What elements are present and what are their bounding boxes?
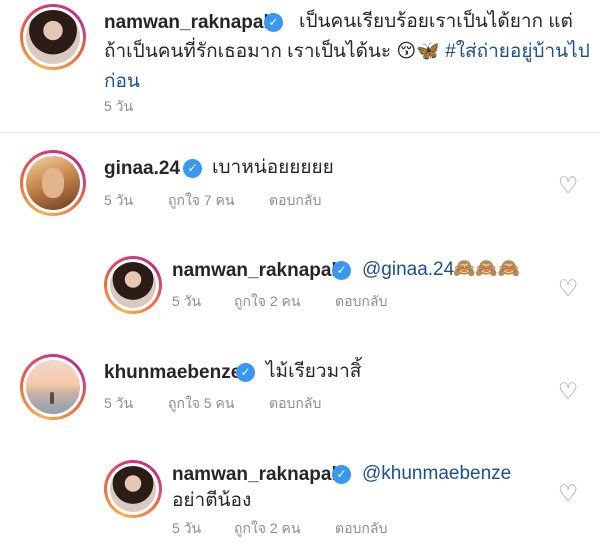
caption-text-line1: เป็นคนเรียบร้อยเราเป็นได้ยาก แต่ xyxy=(299,11,573,32)
comment-time: 5 วัน xyxy=(172,293,202,309)
caption-text-line2-main: ถ้าเป็นคนที่รักเธอมาก เราเป็นได้นะ xyxy=(104,41,392,62)
comment-time: 5 วัน xyxy=(104,395,134,411)
avatar[interactable] xyxy=(20,150,86,216)
reply-button[interactable]: ตอบกลับ xyxy=(335,518,387,540)
mention-link[interactable]: @ginaa.24 xyxy=(362,256,454,283)
comment-username[interactable]: namwan_raknapak xyxy=(172,464,342,486)
divider xyxy=(0,132,600,133)
emoji: 🙈🙈🙈 xyxy=(453,258,521,278)
verified-badge-icon: ✓ xyxy=(264,13,283,32)
avatar-image xyxy=(110,262,156,308)
comment-time: 5 วัน xyxy=(104,192,134,208)
avatar-image xyxy=(110,466,156,512)
verified-badge-icon: ✓ xyxy=(183,159,202,178)
reply-button[interactable]: ตอบกลับ xyxy=(335,291,387,313)
avatar-image xyxy=(26,156,80,210)
comment-username[interactable]: khunmaebenze xyxy=(104,362,241,384)
heart-outline-icon[interactable]: ♡ xyxy=(557,277,579,300)
comment-text: เบาหน่อยยยยย xyxy=(212,157,334,178)
verified-badge-icon: ✓ xyxy=(332,261,351,280)
heart-outline-icon[interactable]: ♡ xyxy=(557,174,579,197)
caption-text-line2: ถ้าเป็นคนที่รักเธอมาก เราเป็นได้นะ 😚🦋 #ใ… xyxy=(104,38,590,65)
heart-outline-icon[interactable]: ♡ xyxy=(557,482,579,505)
comment-likes[interactable]: ถูกใจ 2 คน xyxy=(234,291,301,313)
comment-username[interactable]: ginaa.24 xyxy=(104,158,180,180)
comment-time: 5 วัน xyxy=(172,520,202,536)
caption-username[interactable]: namwan_raknapak xyxy=(104,12,274,34)
comment-likes[interactable]: ถูกใจ 2 คน xyxy=(234,518,301,540)
heart-outline-icon[interactable]: ♡ xyxy=(557,380,579,403)
avatar-image xyxy=(26,10,80,64)
comment-username[interactable]: namwan_raknapak xyxy=(172,260,342,282)
verified-badge-icon: ✓ xyxy=(236,363,255,382)
caption-time: 5 วัน xyxy=(104,98,134,114)
verified-badge-icon: ✓ xyxy=(332,465,351,484)
reply-button[interactable]: ตอบกลับ xyxy=(269,190,321,212)
avatar[interactable] xyxy=(20,4,86,70)
avatar-image xyxy=(26,360,80,414)
mention-link[interactable]: @khunmaebenze xyxy=(362,460,511,487)
comment-text: อย่าตีน้อง xyxy=(172,490,252,511)
hashtag-link[interactable]: #ใส่ถ่ายอยู่บ้านไป xyxy=(445,41,590,62)
avatar[interactable] xyxy=(104,460,162,518)
emoji: 😚🦋 xyxy=(396,41,440,62)
avatar[interactable] xyxy=(20,354,86,420)
post-caption: namwan_raknapak ✓ เป็นคนเรียบร้อยเราเป็น… xyxy=(0,0,600,132)
hashtag-link-cont[interactable]: ก่อน xyxy=(104,68,140,95)
comment-likes[interactable]: ถูกใจ 5 คน xyxy=(168,393,235,415)
comment-likes[interactable]: ถูกใจ 7 คน xyxy=(168,190,235,212)
avatar[interactable] xyxy=(104,256,162,314)
comment-text: ไม้เรียวมาสิ้ xyxy=(266,361,362,382)
reply-button[interactable]: ตอบกลับ xyxy=(269,393,321,415)
